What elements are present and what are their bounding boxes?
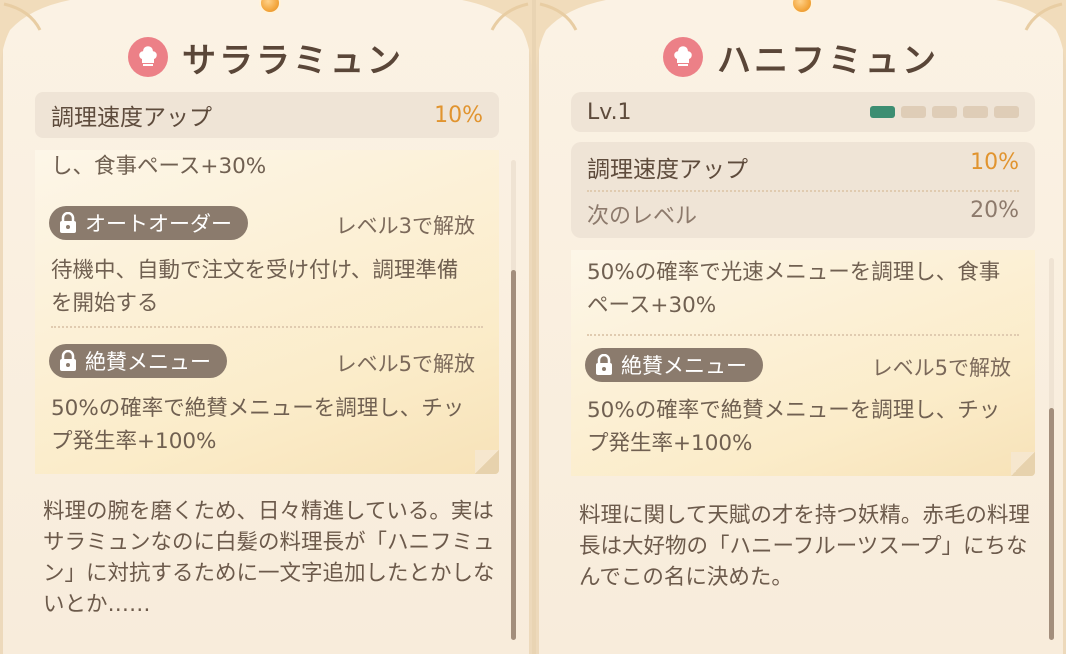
chef-hat-icon — [128, 37, 168, 77]
pin-icon — [791, 0, 813, 14]
ability-description: 50%の確率で絶賛メニューを調理し、チップ発生率+100% — [51, 396, 465, 454]
lock-icon — [60, 350, 76, 371]
character-card-left: サララミュン 調理速度アップ 10% し、食事ペース+30% オートオーダー レ… — [0, 0, 532, 654]
lock-icon — [60, 212, 76, 233]
unlock-condition: レベル3で解放 — [335, 214, 475, 238]
ability-name-pill: オートオーダー — [49, 206, 248, 240]
scrollbar-thumb[interactable] — [1049, 408, 1054, 640]
skill-row: 調理速度アップ 10% — [587, 150, 1019, 184]
divider — [51, 326, 483, 328]
scrollbar-thumb[interactable] — [511, 270, 516, 640]
skill-stat-box: 調理速度アップ 10% 次のレベル 20% — [571, 142, 1035, 238]
ability-name-pill: 絶賛メニュー — [585, 348, 763, 382]
ability-name: 絶賛メニュー — [85, 350, 211, 374]
lock-icon — [596, 354, 612, 375]
divider — [587, 334, 1019, 336]
level-pip-empty — [963, 106, 988, 118]
level-label: Lv.1 — [587, 99, 632, 125]
ability-name-pill: 絶賛メニュー — [49, 344, 227, 378]
level-pip-empty — [901, 106, 926, 118]
character-card-right: ハニフミュン Lv.1 調理速度アップ 10% 次のレベル 20% 50%の確率… — [536, 0, 1066, 654]
card-header: サララミュン — [3, 32, 529, 82]
divider — [587, 190, 1019, 192]
skill-stat-bar: 調理速度アップ 10% — [35, 92, 499, 138]
skill-label: 調理速度アップ — [587, 157, 748, 183]
ability-description: 50%の確率で光速メニューを調理し、食事ペース+30% — [587, 260, 1001, 318]
character-description: 料理に関して天賦の才を持つ妖精。赤毛の料理長は大好物の「ハニーフルーツスープ」に… — [579, 503, 1030, 590]
skill-value: 10% — [434, 102, 483, 128]
ability-scroll-area[interactable]: 50%の確率で光速メニューを調理し、食事ペース+30% 絶賛メニュー レベル5で… — [571, 250, 1035, 476]
character-description: 料理の腕を磨くため、日々精進している。実はサラミュンなのに白髪の料理長が「ハニフ… — [43, 499, 495, 617]
unlock-condition: レベル5で解放 — [871, 356, 1011, 380]
pin-icon — [259, 0, 281, 14]
ability-description: 待機中、自動で注文を受け付け、調理準備を開始する — [51, 258, 459, 316]
level-pip-empty — [994, 106, 1019, 118]
level-bar: Lv.1 — [571, 92, 1035, 132]
next-level-label: 次のレベル — [587, 204, 698, 229]
next-level-row: 次のレベル 20% — [587, 198, 1019, 230]
level-pip-empty — [932, 106, 957, 118]
unlock-condition: レベル5で解放 — [335, 352, 475, 376]
card-header: ハニフミュン — [539, 32, 1063, 82]
character-name: ハニフミュン — [717, 40, 939, 81]
skill-value: 10% — [970, 150, 1019, 175]
ability-scroll-area[interactable]: し、食事ペース+30% オートオーダー レベル3で解放 待機中、自動で注文を受け… — [35, 150, 499, 474]
chef-hat-icon — [663, 37, 703, 77]
skill-label: 調理速度アップ — [51, 105, 212, 131]
next-level-value: 20% — [970, 198, 1019, 223]
level-pip-filled — [870, 106, 895, 118]
ability-description: 50%の確率で絶賛メニューを調理し、チップ発生率+100% — [587, 398, 1001, 456]
character-name: サララミュン — [182, 40, 404, 81]
ability-desc-partial: し、食事ペース+30% — [51, 154, 267, 179]
ability-name: オートオーダー — [85, 212, 232, 236]
ability-name: 絶賛メニュー — [621, 354, 747, 378]
level-progress — [870, 106, 1019, 118]
